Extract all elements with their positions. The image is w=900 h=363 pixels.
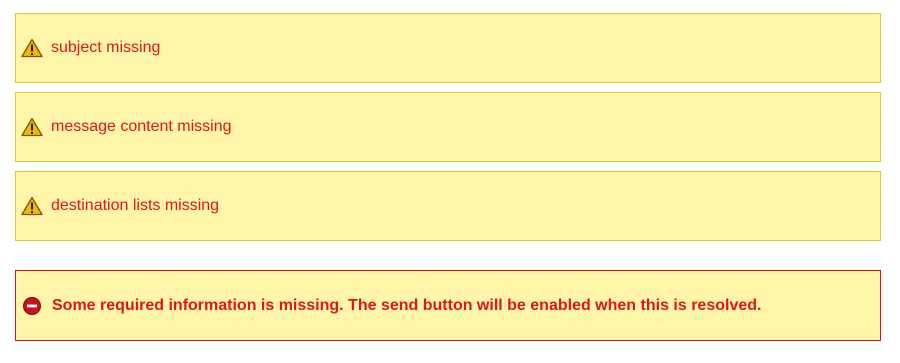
warning-text: message content missing <box>51 118 232 135</box>
error-text: Some required information is missing. Th… <box>52 296 762 314</box>
warning-subject-missing: subject missing <box>15 13 881 83</box>
warning-text: destination lists missing <box>51 197 220 214</box>
warning-destination-lists-missing: destination lists missing <box>15 171 881 241</box>
stop-icon <box>22 296 42 316</box>
validation-messages: subject missing message content missing … <box>0 0 900 363</box>
warning-text: subject missing <box>51 39 161 56</box>
error-required-info-missing: Some required information is missing. Th… <box>15 270 881 341</box>
warning-icon <box>21 38 43 58</box>
warning-icon <box>21 196 43 216</box>
warning-icon <box>21 117 43 137</box>
warning-message-content-missing: message content missing <box>15 92 881 162</box>
